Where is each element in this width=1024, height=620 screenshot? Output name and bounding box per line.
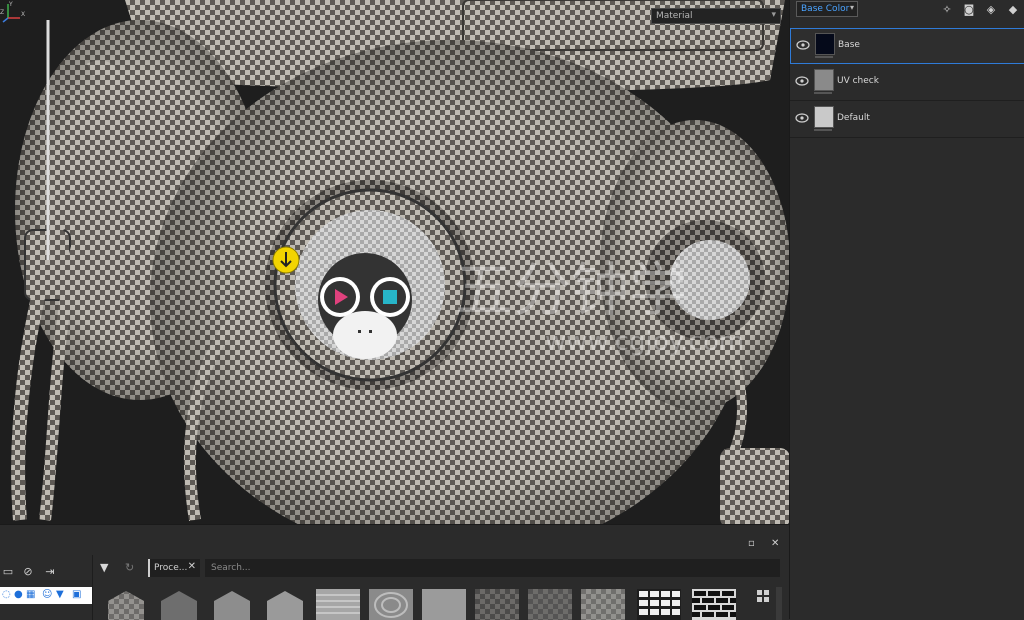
- eye-icon[interactable]: [796, 40, 810, 50]
- circle-icon[interactable]: ◌: [2, 589, 11, 600]
- thumbnail-hex-rock[interactable]: [263, 589, 307, 620]
- layer-thumbnail: [814, 69, 834, 91]
- layers-toolbar: Base Color ▾ ✧ ◙ ◈ ◆: [790, 0, 1024, 24]
- axis-gizmo: Y X Z: [0, 1, 25, 23]
- axis-x-label: X: [21, 11, 25, 18]
- hide-icon[interactable]: ⊘: [22, 565, 34, 578]
- shelf-left-toolbar: ▭ ⊘ ⇥: [0, 559, 92, 583]
- layer-row-default[interactable]: Default: [790, 102, 1024, 138]
- layer-thumbnail-bar: [814, 92, 832, 94]
- shelf-divider: [92, 555, 93, 620]
- grid-view-icon[interactable]: [756, 589, 770, 603]
- thumbnail-black-bricks[interactable]: [692, 589, 736, 620]
- import-icon[interactable]: ⇥: [44, 565, 56, 578]
- thumbnail-hex-noise[interactable]: [104, 589, 148, 620]
- filter-icon[interactable]: ▼: [100, 561, 112, 574]
- thumbnail-white-tiles[interactable]: [637, 589, 681, 620]
- grid-icon[interactable]: ▣: [72, 589, 81, 600]
- thumbnail-noise-dark-1[interactable]: [475, 589, 519, 620]
- thumbnail-hex-grain[interactable]: [157, 589, 201, 620]
- shelf-panel: ▫ ✕ ▭ ⊘ ⇥ ◌ ● ▦ ☺ ▼ ▣ ▼ ↻ Proce... ✕: [0, 524, 789, 620]
- shirt-icon[interactable]: ▼: [56, 589, 64, 600]
- thumbnail-noise-dark-2[interactable]: [528, 589, 572, 620]
- thumbnail-swirl[interactable]: [369, 589, 413, 620]
- microphone-icon[interactable]: ●: [14, 589, 23, 600]
- axis-z-label: Z: [0, 9, 4, 16]
- viewport-render: 五分钟学 www.cgjoy.com: [0, 0, 789, 524]
- thumbnail-flat-gray[interactable]: [422, 589, 466, 620]
- layer-name: Base: [838, 40, 860, 50]
- layer-row-uv-check[interactable]: UV check: [790, 65, 1024, 101]
- refresh-icon[interactable]: ↻: [125, 561, 137, 574]
- layer-name: UV check: [837, 76, 879, 86]
- person-icon[interactable]: ☺: [42, 589, 52, 600]
- procedural-filter-chip[interactable]: Proce... ✕: [148, 559, 200, 577]
- channel-select-label: Base Color: [801, 4, 850, 14]
- add-mask-icon[interactable]: ◙: [963, 3, 975, 16]
- svg-text:五分钟学: 五分钟学: [455, 256, 687, 324]
- filter-chip-label: Proce...: [154, 563, 188, 573]
- layer-row-base[interactable]: Base: [790, 28, 1024, 64]
- maximize-icon[interactable]: ▫: [748, 538, 755, 549]
- 3d-viewport[interactable]: 五分钟学 www.cgjoy.com Material ▾ Y X Z: [0, 0, 789, 524]
- axis-y-label: Y: [8, 1, 13, 8]
- magic-wand-icon[interactable]: ✧: [941, 3, 953, 16]
- folder-icon[interactable]: ▭: [2, 565, 14, 578]
- eye-icon[interactable]: [795, 113, 809, 123]
- layer-thumbnail: [814, 106, 834, 128]
- layer-thumbnail: [815, 33, 835, 55]
- thumbnail-noise-light[interactable]: [581, 589, 625, 620]
- svg-text:www.cgjoy.com: www.cgjoy.com: [545, 327, 744, 357]
- layers-panel: Base Color ▾ ✧ ◙ ◈ ◆ Base UV check Defau…: [789, 0, 1024, 619]
- material-dropdown-label: Material: [656, 11, 693, 21]
- shelf-scrollbar[interactable]: [776, 587, 782, 620]
- eye-icon[interactable]: [795, 76, 809, 86]
- layer-thumbnail-bar: [814, 129, 832, 131]
- chevron-down-icon: ▾: [771, 10, 776, 20]
- keyboard-icon[interactable]: ▦: [26, 589, 35, 600]
- thumbnail-lines[interactable]: [316, 589, 360, 620]
- channel-select[interactable]: Base Color ▾: [796, 1, 858, 17]
- chevron-down-icon: ▾: [849, 3, 854, 12]
- close-icon[interactable]: ✕: [771, 538, 779, 549]
- layer-thumbnail-bar: [815, 56, 833, 58]
- add-layer-icon[interactable]: ◈: [985, 3, 997, 16]
- layer-name: Default: [837, 113, 870, 123]
- thumbnail-hex-marble[interactable]: [210, 589, 254, 620]
- ime-toolbar: ◌ ● ▦ ☺ ▼ ▣: [0, 587, 92, 604]
- shelf-search-input[interactable]: [205, 559, 780, 577]
- material-dropdown[interactable]: Material ▾: [651, 8, 781, 24]
- add-fill-layer-icon[interactable]: ◆: [1007, 3, 1019, 16]
- remove-filter-icon[interactable]: ✕: [188, 561, 196, 572]
